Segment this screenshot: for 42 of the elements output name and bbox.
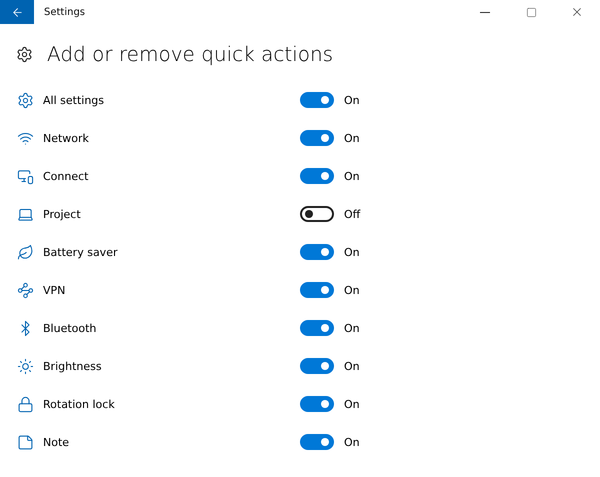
toggle-switch[interactable] <box>300 130 334 146</box>
action-label: All settings <box>43 94 105 106</box>
action-label: Brightness <box>43 360 103 372</box>
gear-icon <box>16 46 33 62</box>
toggle-state: On <box>344 398 360 410</box>
maximize-icon <box>526 6 536 18</box>
toggle-state: On <box>344 94 360 106</box>
toggle-switch[interactable] <box>300 168 334 184</box>
devices-icon <box>17 168 34 184</box>
action-label: Battery saver <box>43 246 118 258</box>
toggle-switch[interactable] <box>300 282 334 298</box>
toggle-switch[interactable] <box>300 92 334 108</box>
lock-icon <box>17 396 34 412</box>
action-label: Network <box>43 132 90 144</box>
nodes-icon <box>17 282 34 298</box>
note-icon <box>17 434 34 450</box>
gear-icon <box>17 92 34 108</box>
action-label: Project <box>43 208 82 220</box>
action-label: VPN <box>43 284 66 296</box>
toggle-switch[interactable] <box>300 206 334 222</box>
toggle-switch[interactable] <box>300 244 334 260</box>
leaf-icon <box>17 244 34 260</box>
toggle-state: On <box>344 132 360 144</box>
toggle-state: On <box>344 170 360 182</box>
toggle-switch[interactable] <box>300 358 334 374</box>
toggle-switch[interactable] <box>300 320 334 336</box>
action-label: Bluetooth <box>43 322 98 334</box>
toggle-state: On <box>344 322 360 334</box>
action-label: Connect <box>43 170 90 182</box>
sun-icon <box>17 358 34 374</box>
action-label: Rotation lock <box>43 398 116 410</box>
toggle-switch[interactable] <box>300 396 334 412</box>
toggle-state: On <box>344 360 360 372</box>
toggle-state: On <box>344 246 360 258</box>
page-heading: Add or remove quick actions <box>47 42 334 66</box>
toggle-state: Off <box>344 208 360 220</box>
toggle-state: On <box>344 436 360 448</box>
toggle-state: On <box>344 284 360 296</box>
back-arrow-icon <box>10 6 24 18</box>
toggle-switch[interactable] <box>300 434 334 450</box>
window-title: Settings <box>44 6 86 18</box>
action-label: Note <box>43 436 70 448</box>
